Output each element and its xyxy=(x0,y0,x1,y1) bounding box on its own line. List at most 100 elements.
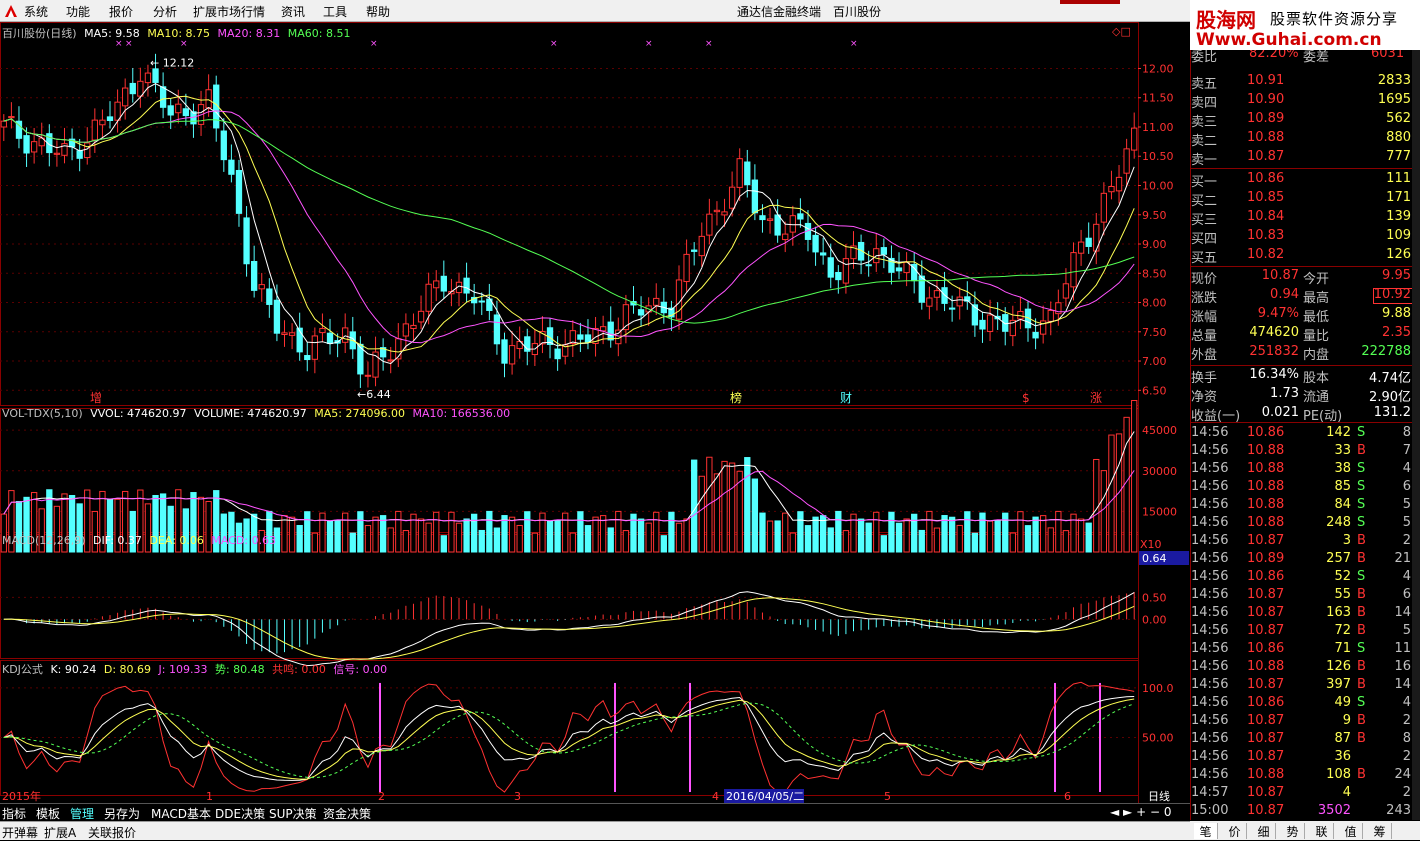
side-tab[interactable]: 价 xyxy=(1223,823,1247,839)
indicator-tab[interactable]: 资金决策 xyxy=(323,805,371,822)
tick-volume: 257 xyxy=(1326,551,1351,566)
candle-body xyxy=(865,264,872,267)
danmu-button[interactable]: 开弹幕 xyxy=(2,824,38,841)
side-tab[interactable]: 筹 xyxy=(1368,823,1392,839)
side-scroll-strip[interactable] xyxy=(1412,50,1420,820)
tick-row: 14:56 10.86 52 S 4 xyxy=(1191,569,1413,587)
menu-analysis[interactable]: 分析 xyxy=(153,3,177,20)
volume-bar xyxy=(728,462,736,553)
tick-volume: 142 xyxy=(1326,425,1351,440)
tick-price: 10.87 xyxy=(1247,677,1285,692)
tick-time: 14:56 xyxy=(1191,587,1229,602)
j-line xyxy=(3,681,1135,793)
menu-function[interactable]: 功能 xyxy=(66,3,90,20)
volume-bar xyxy=(455,522,463,553)
tick-time: 14:56 xyxy=(1191,425,1229,440)
volume-bar xyxy=(873,511,880,553)
tick-row: 14:56 10.86 71 S 11 xyxy=(1191,641,1413,659)
fin-label: 流通 xyxy=(1303,390,1330,405)
candle-body xyxy=(607,321,614,341)
menu-help[interactable]: 帮助 xyxy=(366,3,390,20)
menu-system[interactable]: 系统 xyxy=(24,3,48,20)
menu-tools[interactable]: 工具 xyxy=(323,3,347,20)
zoom-controls[interactable]: ◄ ► + − 0 xyxy=(1110,805,1171,819)
volume-bar xyxy=(713,473,721,553)
volume-bar xyxy=(372,516,379,553)
volume-bar xyxy=(933,527,941,553)
tick-count: 24 xyxy=(1394,767,1411,782)
volume-bar xyxy=(880,535,888,553)
candle-body xyxy=(220,130,227,161)
candle-body xyxy=(842,258,850,284)
tick-side: B xyxy=(1357,587,1366,602)
volume-bar xyxy=(539,512,546,553)
volume-bar xyxy=(865,522,872,553)
candle-body xyxy=(1100,192,1108,223)
menu-news[interactable]: 资讯 xyxy=(281,3,305,20)
tick-time: 14:56 xyxy=(1191,479,1229,494)
stock-name-title: 百川股份 xyxy=(833,5,882,19)
ask-label: 卖三 xyxy=(1191,115,1218,130)
indicator-tab[interactable]: 指标 xyxy=(2,805,26,822)
stat-label: 最高 xyxy=(1303,291,1330,306)
kline-panel[interactable]: ← 12.12←6.44增榜财 $ 涨× × × × × × × × xyxy=(0,39,1138,405)
candle-body xyxy=(744,161,751,186)
candle-body xyxy=(319,328,326,334)
candle-body xyxy=(926,297,933,307)
kdj-panel[interactable] xyxy=(0,681,1138,793)
gongming-value: 共鸣: 0.00 xyxy=(272,663,326,676)
menu-ext-market[interactable]: 扩展市场行情 xyxy=(193,3,265,20)
candle-body xyxy=(311,335,319,360)
candle-body xyxy=(273,299,281,334)
tick-volume: 85 xyxy=(1334,479,1351,494)
tick-price: 10.87 xyxy=(1247,713,1285,728)
volume-panel[interactable] xyxy=(0,400,1138,553)
side-tab[interactable]: 势 xyxy=(1281,823,1305,839)
volume-bar xyxy=(1024,525,1032,553)
side-tab[interactable]: 笔 xyxy=(1194,823,1218,839)
side-tab[interactable]: 联 xyxy=(1310,823,1334,839)
indicator-tab[interactable]: 管理 xyxy=(70,805,94,822)
indicator-tab-bar: 指标 模板 管理 另存为 MACD基本 DDE决策 SUP决策 资金决策 ◄ ► + − 0 xyxy=(0,803,1190,821)
tick-time: 14:56 xyxy=(1191,605,1229,620)
tick-count: 14 xyxy=(1394,605,1411,620)
menu-quote[interactable]: 报价 xyxy=(109,3,133,20)
ask-volume: 777 xyxy=(1386,149,1411,164)
tick-volume: 3502 xyxy=(1317,803,1351,818)
tick-row: 14:56 10.88 248 S 5 xyxy=(1191,515,1413,533)
tick-row: 14:56 10.86 49 S 4 xyxy=(1191,695,1413,713)
volume-bar xyxy=(622,530,630,553)
indicator-tab[interactable]: SUP决策 xyxy=(269,805,317,822)
tick-price: 10.88 xyxy=(1247,479,1285,494)
tick-count: 21 xyxy=(1394,551,1411,566)
candle-body xyxy=(1085,237,1092,247)
macd-panel[interactable] xyxy=(0,591,1138,667)
indicator-tab[interactable]: 另存为 xyxy=(104,805,140,822)
tick-volume: 71 xyxy=(1334,641,1351,656)
volume-bar xyxy=(342,512,349,553)
side-tab[interactable]: 细 xyxy=(1252,823,1276,839)
price-tick: 11.50 xyxy=(1142,92,1174,105)
candle-body xyxy=(1047,309,1054,322)
bid-price: 10.85 xyxy=(1247,190,1285,205)
tick-price: 10.88 xyxy=(1247,497,1285,512)
tick-time: 14:56 xyxy=(1191,713,1229,728)
ask-label: 卖一 xyxy=(1191,153,1218,168)
candle-body xyxy=(599,326,607,332)
side-tab[interactable]: 值 xyxy=(1339,823,1363,839)
stat-value: 474620 xyxy=(1249,325,1299,340)
linked-quote-button[interactable]: 关联报价 xyxy=(88,824,136,841)
tick-volume: 3 xyxy=(1342,533,1351,548)
indicator-tab[interactable]: DDE决策 xyxy=(215,805,265,822)
indicator-tab[interactable]: MACD基本 xyxy=(151,805,211,822)
volume-bar xyxy=(311,532,319,553)
candle-body xyxy=(782,233,789,241)
tick-count: 8 xyxy=(1402,425,1411,440)
indicator-tab[interactable]: 模板 xyxy=(36,805,60,822)
ext-a-button[interactable]: 扩展A xyxy=(44,824,76,841)
volume-bar xyxy=(463,518,470,553)
tick-time: 14:56 xyxy=(1191,623,1229,638)
tick-count: 16 xyxy=(1394,659,1411,674)
candle-body xyxy=(0,120,7,128)
candle-body xyxy=(895,267,903,272)
